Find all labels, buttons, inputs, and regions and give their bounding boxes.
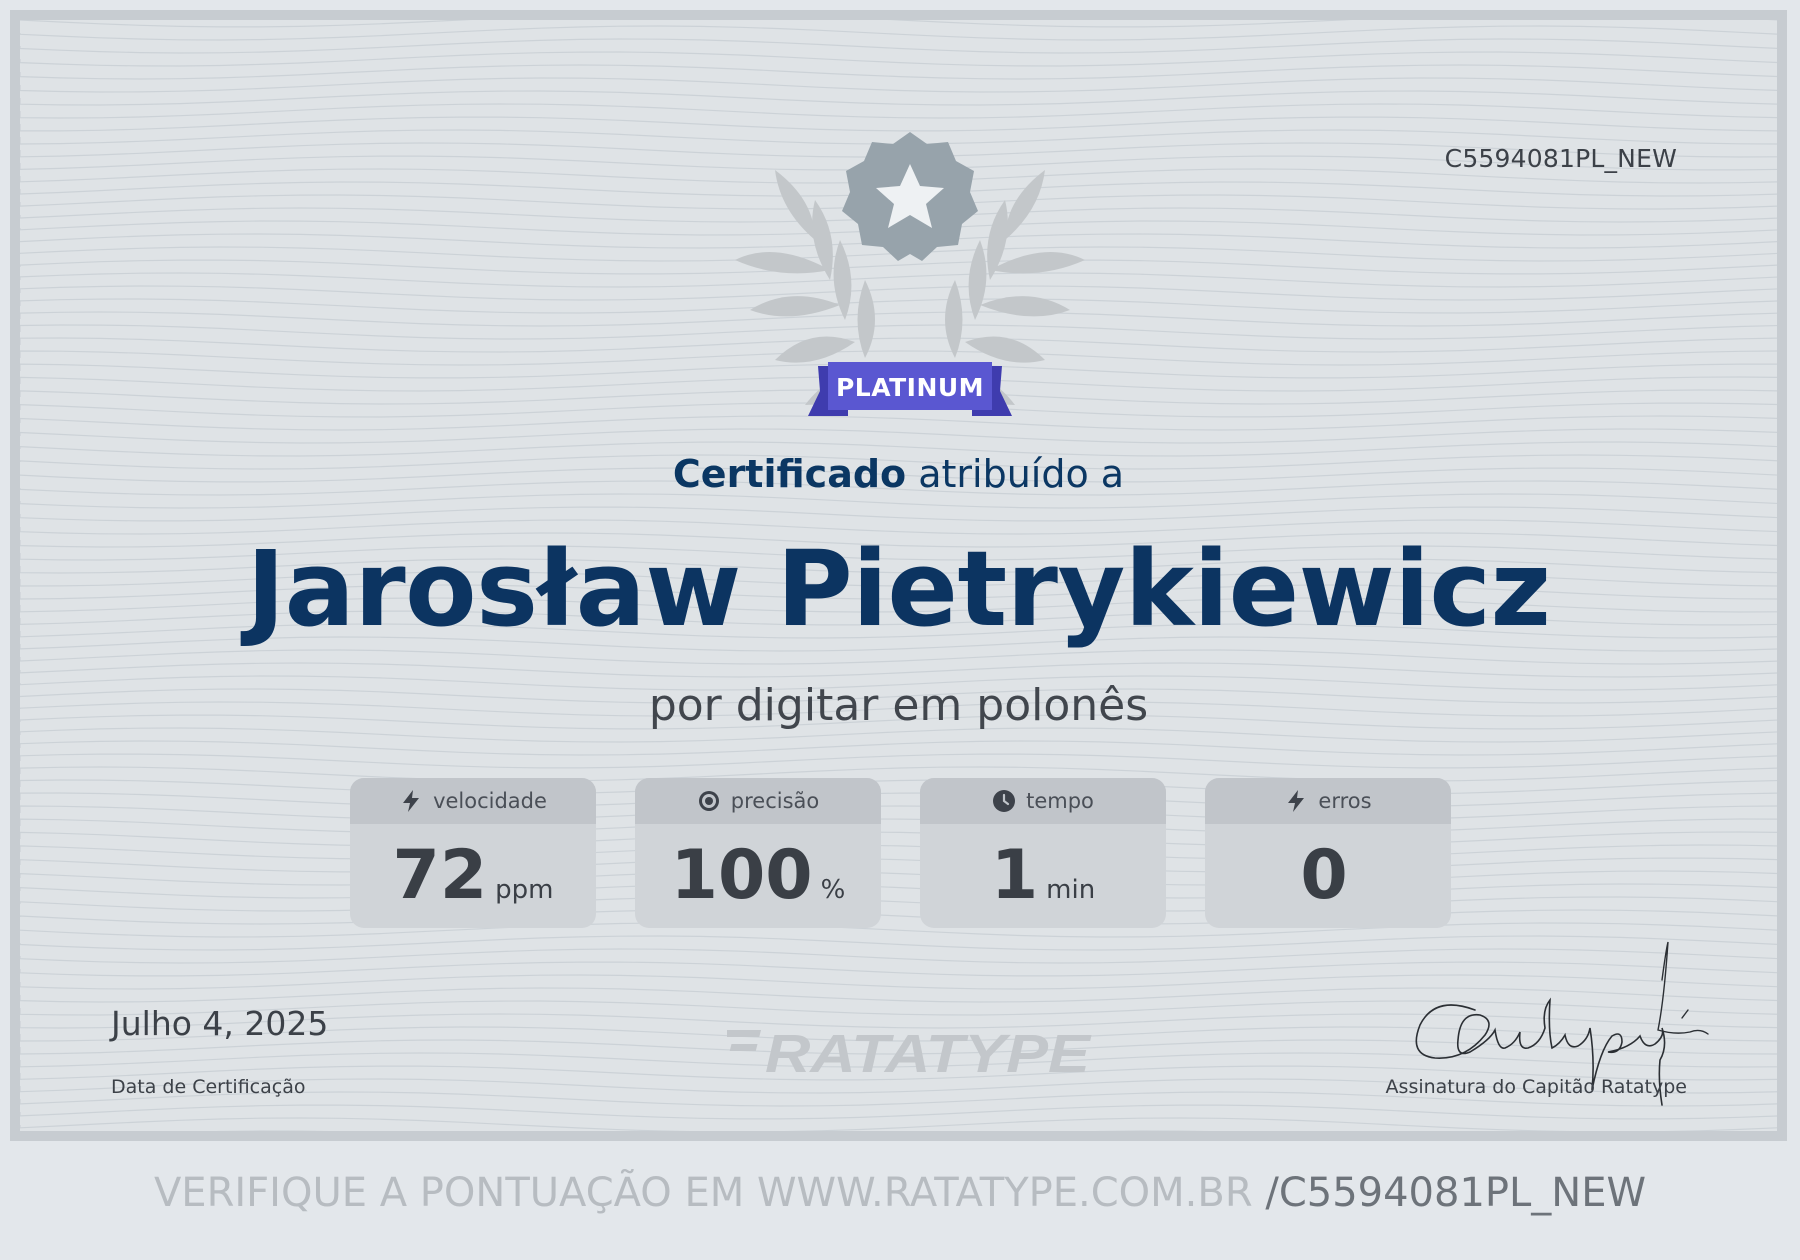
stats-row: velocidade 72 ppm precisão 100 % tempo 1… bbox=[350, 778, 1451, 928]
stat-speed-unit: ppm bbox=[495, 875, 554, 905]
guilloche-line bbox=[20, 64, 1777, 80]
stat-time-body: 1 min bbox=[920, 824, 1166, 928]
certification-date-label: Data de Certificação bbox=[111, 1076, 306, 1098]
verify-code: /C5594081PL_NEW bbox=[1265, 1170, 1647, 1216]
guilloche-line bbox=[20, 753, 1777, 769]
guilloche-line bbox=[20, 103, 1777, 119]
stat-time-unit: min bbox=[1046, 875, 1096, 905]
guilloche-line bbox=[20, 1117, 1777, 1131]
stat-errors-value: 0 bbox=[1300, 836, 1348, 915]
guilloche-line bbox=[20, 428, 1777, 444]
stat-accuracy-unit: % bbox=[820, 875, 846, 905]
certificate-title-bold: Certificado bbox=[672, 452, 907, 496]
stat-time-label: tempo bbox=[1026, 789, 1094, 813]
stat-accuracy-value: 100 bbox=[670, 836, 813, 915]
stat-speed-label: velocidade bbox=[433, 789, 547, 813]
bolt-icon bbox=[403, 790, 420, 812]
guilloche-line bbox=[20, 493, 1777, 509]
stat-accuracy-label: precisão bbox=[730, 789, 820, 813]
ratatype-logo-text: RATATYPE bbox=[765, 1024, 1092, 1082]
guilloche-line bbox=[20, 38, 1777, 54]
certificate-frame: C5594081PL_NEW PLATINUM Certificado atri… bbox=[10, 10, 1787, 1141]
bolt-icon bbox=[1288, 790, 1305, 812]
clock-icon bbox=[993, 790, 1016, 812]
stat-time-value: 1 bbox=[990, 836, 1039, 915]
stat-speed-value: 72 bbox=[392, 836, 488, 915]
guilloche-line bbox=[20, 90, 1777, 106]
verify-footer: VERIFIQUE A PONTUAÇÃO EM WWW.RATATYPE.CO… bbox=[0, 1170, 1800, 1216]
guilloche-line bbox=[20, 662, 1777, 678]
certificate-reason: por digitar em polonês bbox=[648, 680, 1149, 731]
stat-errors: erros 0 bbox=[1205, 778, 1451, 928]
ratatype-logo: RATATYPE bbox=[727, 1024, 1092, 1082]
badge-label: PLATINUM bbox=[835, 373, 985, 402]
stat-speed-header: velocidade bbox=[350, 778, 596, 824]
stat-accuracy-body: 100 % bbox=[635, 824, 881, 928]
guilloche-line bbox=[20, 51, 1777, 67]
guilloche-line bbox=[20, 77, 1777, 93]
recipient-name: Jarosław Pietrykiewicz bbox=[246, 528, 1551, 650]
guilloche-line bbox=[20, 649, 1777, 665]
target-icon bbox=[698, 791, 719, 811]
guilloche-line bbox=[20, 740, 1777, 756]
signature-label: Assinatura do Capitão Ratatype bbox=[1385, 1076, 1687, 1098]
stat-errors-body: 0 bbox=[1205, 824, 1451, 928]
stat-time: tempo 1 min bbox=[920, 778, 1166, 928]
guilloche-line bbox=[20, 506, 1777, 522]
stat-errors-header: erros bbox=[1205, 778, 1451, 824]
certificate-title: Certificado atribuído a bbox=[20, 452, 1777, 496]
stat-accuracy-header: precisão bbox=[635, 778, 881, 824]
certificate-title-rest: atribuído a bbox=[906, 452, 1125, 496]
stat-time-header: tempo bbox=[920, 778, 1166, 824]
certification-date: Julho 4, 2025 bbox=[111, 1004, 329, 1043]
certificate-id: C5594081PL_NEW bbox=[1444, 144, 1677, 173]
stat-speed-body: 72 ppm bbox=[350, 824, 596, 928]
guilloche-line bbox=[20, 25, 1777, 41]
stat-speed: velocidade 72 ppm bbox=[350, 778, 596, 928]
verify-text: VERIFIQUE A PONTUAÇÃO EM WWW.RATATYPE.CO… bbox=[153, 1170, 1266, 1216]
stat-errors-label: erros bbox=[1318, 789, 1372, 813]
star-medal-icon bbox=[842, 132, 978, 261]
stat-accuracy: precisão 100 % bbox=[635, 778, 881, 928]
